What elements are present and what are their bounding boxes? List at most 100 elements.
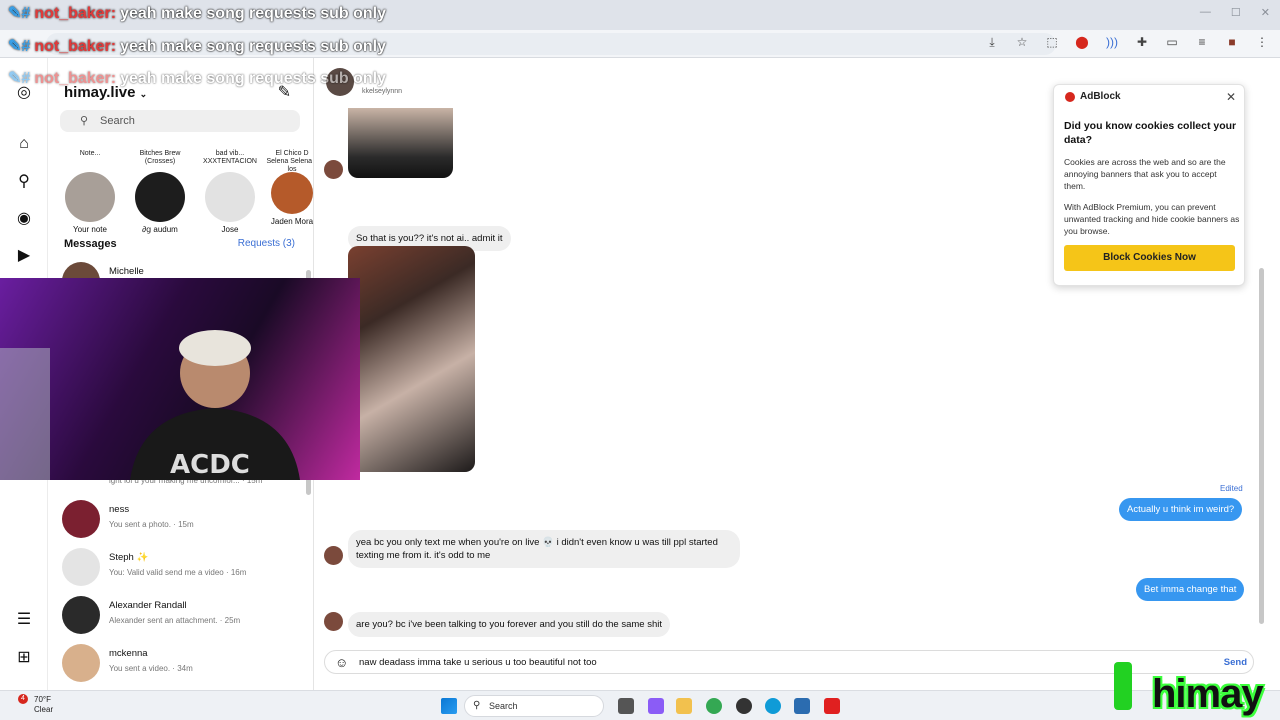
avatar xyxy=(62,644,100,682)
adblock-heading: Did you know cookies collect your data? xyxy=(1064,120,1237,146)
reels-icon[interactable]: ▶ xyxy=(14,245,34,265)
windows-taskbar: 4 70°F Clear ⚲ Search xyxy=(0,690,1280,720)
search-placeholder: Search xyxy=(100,115,135,127)
shared-photo[interactable] xyxy=(348,246,475,472)
install-icon[interactable]: ⤓ xyxy=(984,34,1000,50)
file-explorer-icon[interactable] xyxy=(676,698,692,714)
avatar xyxy=(135,172,185,222)
conversation-item[interactable]: mckenna You sent a video. · 34m xyxy=(62,644,302,688)
kebab-menu-icon[interactable]: ⋮ xyxy=(1254,34,1270,50)
incoming-message: yea bc you only text me when you're on l… xyxy=(348,530,740,568)
note-name: Jose xyxy=(221,225,239,234)
svg-text:ACDC: ACDC xyxy=(170,450,250,480)
search-icon: ⚲ xyxy=(473,700,481,711)
conversation-item[interactable]: Steph ✨ You: Valid valid send me a video… xyxy=(62,548,302,592)
browser-toolbar: ⤓ ☆ ⬚ ⬤ ))) ✚ ▭ ≡ ■ ⋮ xyxy=(984,34,1270,50)
app-icon[interactable] xyxy=(618,698,634,714)
menu-icon[interactable]: ☰ xyxy=(14,609,34,629)
youtube-icon[interactable] xyxy=(824,698,840,714)
copilot-icon[interactable] xyxy=(648,698,664,714)
minimize-icon[interactable]: — xyxy=(1200,6,1211,19)
windows-start-icon[interactable] xyxy=(441,698,457,714)
star-icon[interactable]: ☆ xyxy=(1014,34,1030,50)
menu-lines-icon[interactable]: ≡ xyxy=(1194,34,1210,50)
composer-text: naw deadass imma take u serious u too be… xyxy=(359,657,597,668)
chat-message: yeah make song requests sub only xyxy=(120,38,386,55)
note-item[interactable]: El Chico D Selena Selena y los Jaden Mor… xyxy=(264,150,320,226)
extension-icon[interactable]: ⬚ xyxy=(1044,34,1060,50)
avatar xyxy=(324,546,343,565)
edge-icon[interactable] xyxy=(765,698,781,714)
incoming-message: are you? bc i've been talking to you for… xyxy=(348,612,670,637)
conversation-preview: Alexander sent an attachment. · 25m xyxy=(109,616,241,625)
chat-message: yeah make song requests sub only xyxy=(120,5,386,22)
puzzle-icon[interactable]: ✚ xyxy=(1134,34,1150,50)
note-bubble: bad vib... XXXTENTACION xyxy=(203,150,257,165)
chat-username: not_baker: xyxy=(34,5,117,22)
stream-chat-line: ✎# not_baker: yeah make song requests sub … xyxy=(8,36,386,56)
conversation-preview: You: Valid valid send me a video · 16m xyxy=(109,568,247,577)
conversation-preview: You sent a video. · 34m xyxy=(109,664,193,673)
requests-link[interactable]: Requests (3) xyxy=(238,238,295,249)
note-name: Your note xyxy=(73,225,107,234)
note-item[interactable]: Note... Your note xyxy=(60,150,120,234)
avatar xyxy=(205,172,255,222)
chrome-icon[interactable] xyxy=(706,698,722,714)
note-bubble: Bitches Brew (Crosses) xyxy=(139,150,181,165)
conversation-item[interactable]: Alexander Randall Alexander sent an atta… xyxy=(62,596,302,640)
badge-icons: ✎# xyxy=(8,5,31,22)
cast-icon[interactable]: ▭ xyxy=(1164,34,1180,50)
edited-label: Edited xyxy=(1220,484,1243,493)
streamer-webcam-image: ACDC xyxy=(0,330,300,480)
taskbar-search[interactable]: ⚲ Search xyxy=(464,695,604,717)
threads-icon[interactable]: ⊞ xyxy=(14,647,34,667)
adblock-icon[interactable]: ⬤ xyxy=(1074,34,1090,50)
chat-username: not_baker: xyxy=(34,38,117,55)
adblock-logo-icon xyxy=(1065,92,1075,102)
note-item[interactable]: bad vib... XXXTENTACION Jose xyxy=(200,150,260,234)
webcam-overlay: ACDC xyxy=(0,278,360,480)
stream-chat-line: ✎# not_baker: yeah make song requests sub … xyxy=(8,3,386,23)
badge-icons: ✎# xyxy=(8,38,31,55)
block-cookies-button[interactable]: Block Cookies Now xyxy=(1064,245,1235,271)
contact-username[interactable]: kkelseylynnn xyxy=(362,88,402,95)
avatar xyxy=(65,172,115,222)
adblock-text: Cookies are across the web and so are th… xyxy=(1064,157,1226,191)
stream-chat-line: ✎# not_baker: yeah make song requests sub … xyxy=(8,68,386,88)
home-icon[interactable]: ⌂ xyxy=(14,134,34,154)
close-window-icon[interactable]: ✕ xyxy=(1261,6,1270,19)
conversation-preview: You sent a photo. · 15m xyxy=(109,520,194,529)
send-button[interactable]: Send xyxy=(1224,657,1247,668)
adblock-title: AdBlock xyxy=(1080,91,1121,102)
brand-accent xyxy=(1114,662,1132,710)
conversation-name: Michelle xyxy=(109,266,144,277)
conversation-name: mckenna xyxy=(109,648,148,659)
avatar xyxy=(62,500,100,538)
wifi-icon[interactable]: ))) xyxy=(1104,34,1120,50)
search-icon[interactable]: ⚲ xyxy=(14,171,34,191)
note-item[interactable]: Bitches Brew (Crosses) ∂ց audum xyxy=(130,150,190,234)
close-icon[interactable]: ✕ xyxy=(1226,90,1236,104)
avatar xyxy=(271,172,313,214)
profile-icon[interactable]: ■ xyxy=(1224,34,1240,50)
search-input[interactable]: ⚲ Search xyxy=(60,110,300,132)
emoji-icon[interactable]: ☺ xyxy=(335,655,348,670)
notification-badge: 4 xyxy=(18,694,28,704)
weather-widget[interactable]: 4 70°F Clear xyxy=(18,694,53,715)
weather-temp: 70°F xyxy=(34,695,51,704)
avatar xyxy=(62,548,100,586)
explore-icon[interactable]: ◉ xyxy=(14,208,34,228)
obs-icon[interactable] xyxy=(736,698,752,714)
window-controls: — ☐ ✕ xyxy=(1200,6,1270,19)
conversation-item[interactable]: ness You sent a photo. · 15m xyxy=(62,500,302,544)
maximize-icon[interactable]: ☐ xyxy=(1231,6,1241,19)
conversation-name: Alexander Randall xyxy=(109,600,187,611)
messages-heading: Messages xyxy=(64,238,117,250)
conversation-name: Steph ✨ xyxy=(109,552,149,563)
chat-message: yeah make song requests sub only xyxy=(120,70,386,87)
store-icon[interactable] xyxy=(794,698,810,714)
outgoing-message: Actually u think im weird? xyxy=(1119,498,1243,521)
shared-photo[interactable] xyxy=(348,108,453,178)
thread-scrollbar[interactable] xyxy=(1259,268,1264,624)
outgoing-message: Bet imma change that xyxy=(1136,578,1245,601)
